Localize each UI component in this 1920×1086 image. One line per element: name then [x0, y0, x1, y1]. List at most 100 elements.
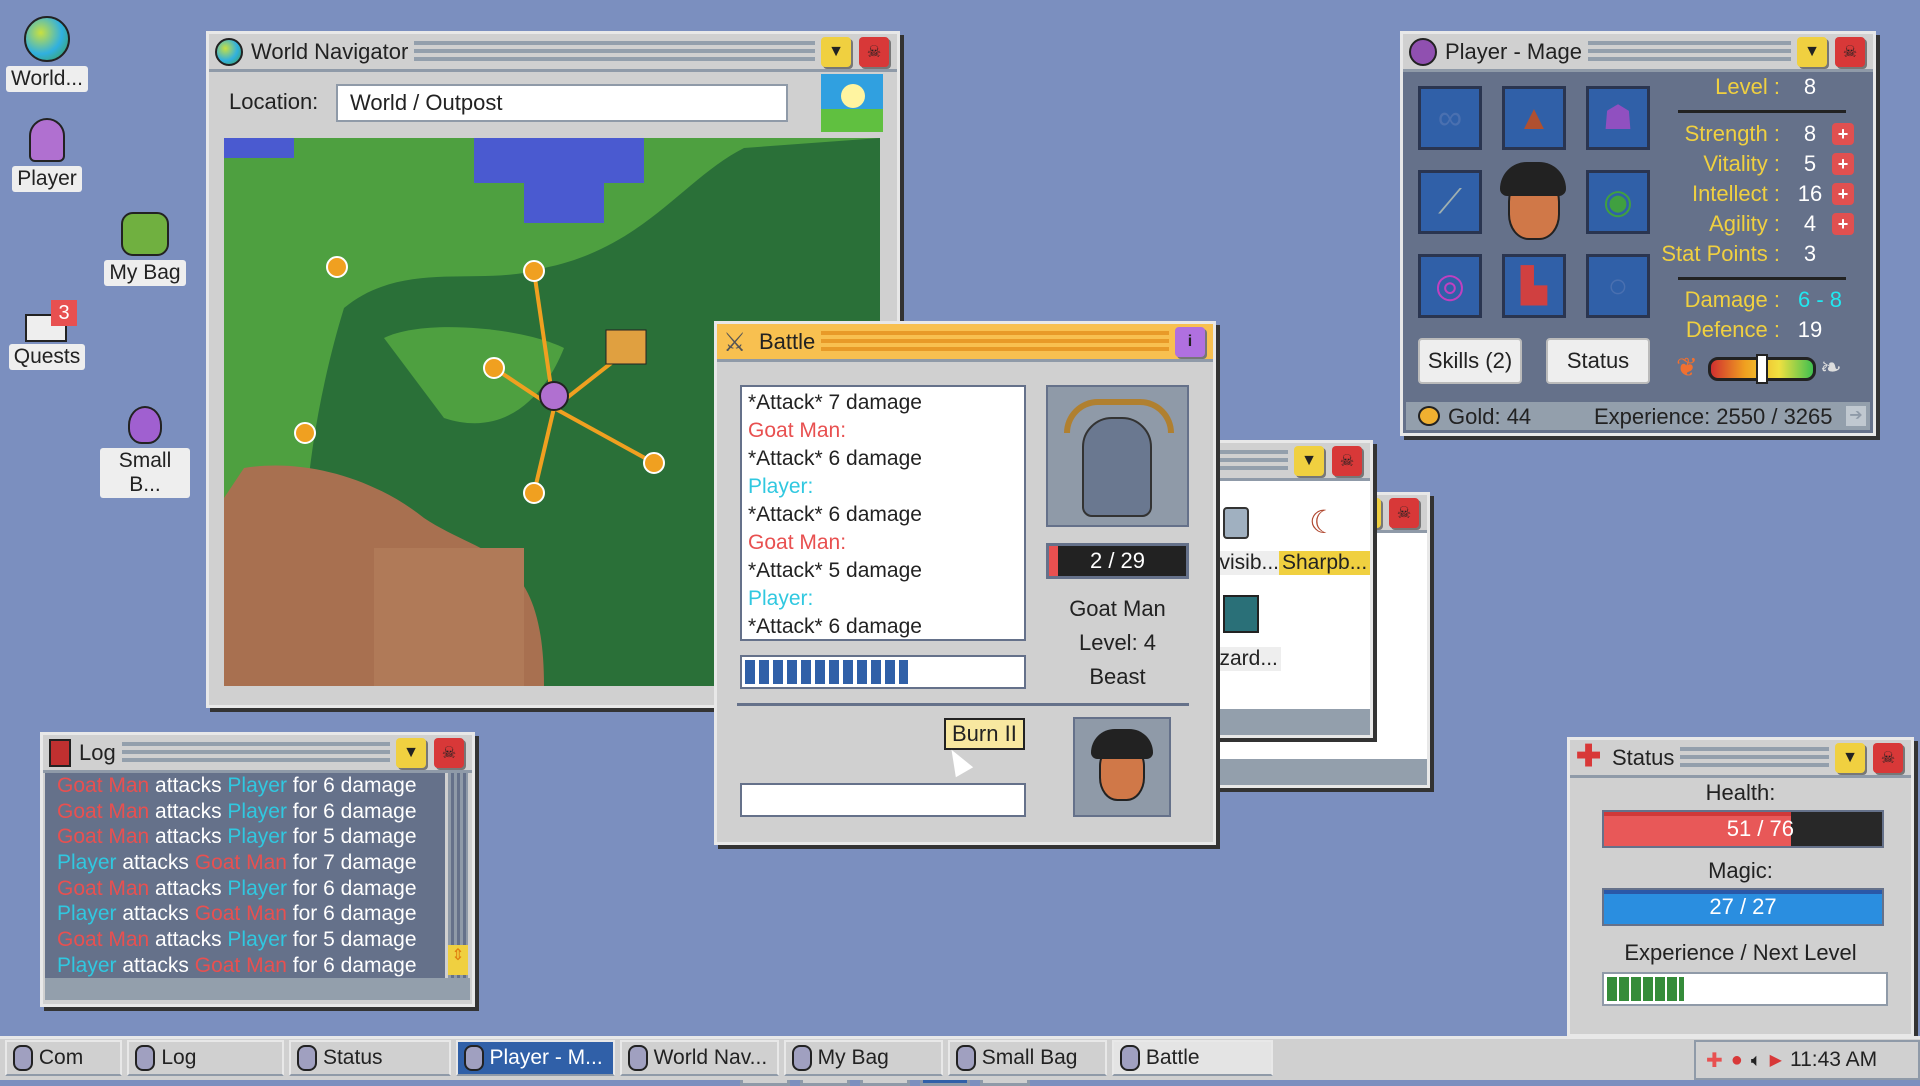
taskbar-item[interactable]: Log [127, 1040, 285, 1076]
strength-label: Strength : [1684, 121, 1780, 146]
battle-input[interactable] [740, 783, 1026, 817]
taskbar-item[interactable]: World Nav... [619, 1040, 779, 1076]
volume-tray-icon[interactable]: 🔈︎ [1751, 1050, 1762, 1071]
equip-slot-robe[interactable]: ☗ [1586, 86, 1650, 150]
info-button[interactable]: i [1175, 326, 1205, 357]
desktop-icon-small-bag[interactable]: Small B... [100, 406, 190, 498]
title-bar[interactable]: ⚔ Battle i [717, 324, 1213, 362]
dagger-icon[interactable]: ☾ [1309, 503, 1338, 541]
add-strength-button[interactable]: + [1832, 123, 1854, 145]
desktop-icon-world[interactable]: World... [2, 16, 92, 92]
map-waypoint [643, 452, 665, 474]
log-segment: Goat Man [194, 851, 287, 875]
potion-icon[interactable] [1223, 507, 1249, 539]
battle-log: *Attack* 7 damage Goat Man: *Attack* 6 dam… [740, 385, 1026, 641]
log-line: Player attacks Goat Man for 6 damage [57, 953, 445, 979]
location-value: World / Outpost [350, 90, 503, 115]
health-tray-icon[interactable]: ✚ [1706, 1048, 1723, 1073]
log-line: Goat Man attacks Player for 5 damage [57, 927, 445, 953]
window-title: World Navigator [251, 38, 409, 64]
title-bar[interactable]: World Navigator ▼ ☠ [209, 34, 897, 72]
equip-slot-offhand[interactable]: ◉ [1586, 170, 1650, 234]
minimize-button[interactable]: ▼ [1835, 742, 1865, 773]
equip-slot-amulet[interactable]: ∞ [1418, 86, 1482, 150]
demon-wing-icon: ❦ [1676, 352, 1698, 382]
minimize-button[interactable]: ▼ [396, 737, 426, 768]
bag-item-label-selected[interactable]: Sharpb... [1279, 551, 1371, 575]
damage-label: Damage : [1684, 287, 1780, 312]
desktop-icon-player[interactable]: Player [2, 118, 92, 192]
equip-slot-ring[interactable]: ◎ [1418, 254, 1482, 318]
close-button[interactable]: ☠ [1332, 445, 1362, 476]
arrow-right-icon[interactable]: ➔ [1846, 406, 1866, 426]
taskbar-item[interactable]: Com [4, 1040, 123, 1076]
title-bar[interactable]: ✚ Status ▼ ☠ [1570, 740, 1911, 778]
close-button[interactable]: ☠ [434, 737, 464, 768]
scrollbar-track[interactable]: ⇕ [448, 773, 468, 983]
book-icon [135, 1045, 156, 1071]
status-button[interactable]: Status [1546, 338, 1650, 384]
enemy-name: Goat Man [1069, 596, 1166, 621]
map-waypoint [294, 422, 316, 444]
turn-progress-bar [740, 655, 1026, 689]
desktop-icon-my-bag[interactable]: My Bag [100, 212, 190, 286]
wizard-robe-icon[interactable] [1223, 595, 1259, 633]
log-segment: Player [227, 825, 287, 849]
add-vitality-button[interactable]: + [1832, 153, 1854, 175]
equip-slot-weapon[interactable]: ⟋ [1418, 170, 1482, 234]
location-field[interactable]: World / Outpost [336, 84, 788, 122]
scrollbar-thumb[interactable]: ⇕ [448, 945, 468, 975]
enemy-portrait [1046, 385, 1189, 527]
close-button[interactable]: ☠ [1873, 742, 1903, 773]
clock: 11:43 AM [1789, 1048, 1878, 1071]
compass-icon [12, 1045, 33, 1071]
play-tray-icon[interactable]: ▶ [1770, 1050, 1782, 1070]
close-button[interactable]: ☠ [1389, 497, 1419, 528]
log-segment: Goat Man [57, 876, 150, 900]
minimize-button[interactable]: ▼ [821, 36, 851, 67]
battle-log-line: Player: [748, 587, 814, 610]
taskbar-item-label: My Bag [817, 1046, 889, 1069]
swords-icon: ⚔ [723, 326, 747, 357]
taskbar-item-label: Log [161, 1046, 197, 1069]
system-tray: ✚ ● 🔈︎ ▶ 11:43 AM [1694, 1040, 1920, 1080]
agility-value: 4 [1803, 211, 1817, 236]
divider [1678, 110, 1846, 113]
log-segment: attacks [149, 774, 228, 797]
pouch-icon [128, 406, 162, 444]
taskbar-item[interactable]: Small Bag [947, 1040, 1107, 1076]
taskbar-item[interactable]: Battle [1111, 1040, 1274, 1076]
taskbar-item-label: Player - M... [489, 1046, 603, 1069]
log-segment: attacks [116, 953, 195, 977]
add-agility-button[interactable]: + [1832, 213, 1854, 235]
equip-slot-boots[interactable]: ▙ [1502, 254, 1566, 318]
battle-log-line: *Attack* 6 damage [748, 615, 922, 638]
battle-log-line: *Attack* 6 damage [748, 447, 922, 470]
map-waypoint [523, 482, 545, 504]
title-bar[interactable]: Log ▼ ☠ [43, 735, 472, 773]
taskbar-item[interactable]: My Bag [783, 1040, 943, 1076]
log-line: Goat Man attacks Player for 5 damage [57, 824, 445, 850]
experience-fill [1607, 977, 1685, 1001]
battle-log-line: *Attack* 6 damage [748, 503, 922, 526]
angel-wing-icon: ❧ [1820, 352, 1842, 382]
log-segment: attacks [149, 825, 228, 849]
battle-window: ⚔ Battle i *Attack* 7 damage Goat Man: *At… [714, 321, 1216, 1086]
equip-slot-hat[interactable]: ▲ [1502, 86, 1566, 150]
title-bar[interactable]: Player - Mage ▼ ☠ [1403, 34, 1873, 72]
log-line: Player attacks Goat Man for 6 damage [57, 901, 445, 927]
taskbar-item-label: Com [38, 1046, 84, 1069]
taskbar-item[interactable]: Status [288, 1040, 451, 1076]
add-intellect-button[interactable]: + [1832, 183, 1854, 205]
minimize-button[interactable]: ▼ [1797, 36, 1827, 67]
log-segment: for 6 damage [286, 876, 417, 900]
close-button[interactable]: ☠ [1835, 36, 1865, 67]
minimize-button[interactable]: ▼ [1294, 445, 1324, 476]
log-segment: for 6 damage [286, 774, 417, 797]
chat-tray-icon[interactable]: ● [1731, 1049, 1743, 1072]
desktop-icon-quests[interactable]: 3 Quests [2, 300, 92, 370]
skills-button[interactable]: Skills (2) [1418, 338, 1522, 384]
taskbar-item[interactable]: Player - M... [455, 1040, 615, 1076]
close-button[interactable]: ☠ [859, 36, 889, 67]
window-title: Battle [759, 328, 816, 354]
